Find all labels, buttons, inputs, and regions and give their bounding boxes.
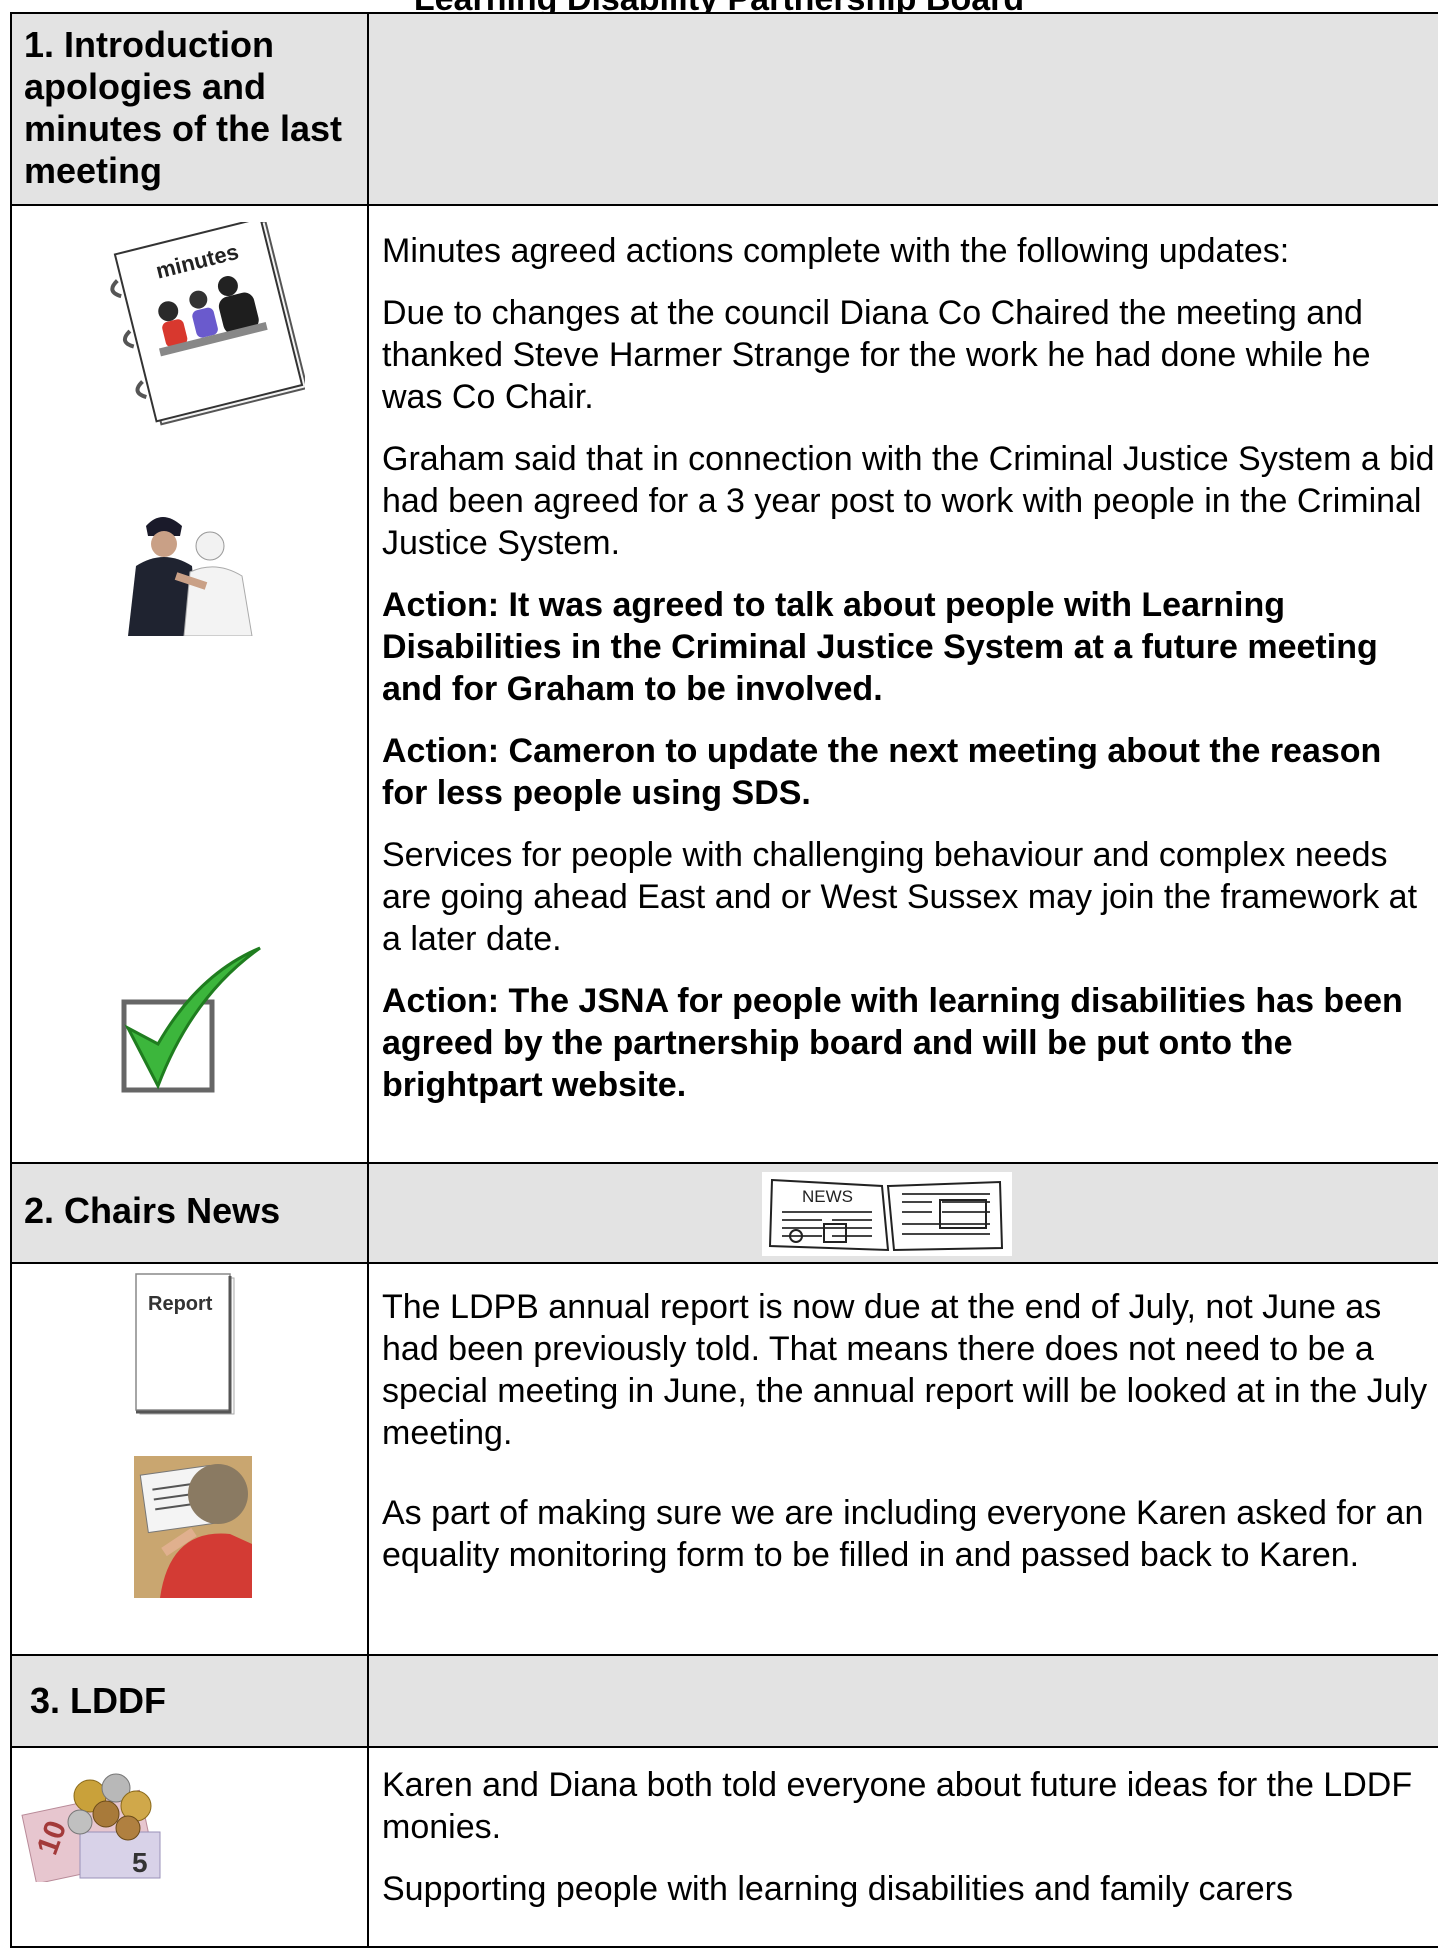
section-1-blank-cell (367, 12, 1438, 206)
report-document-image: Report (135, 1273, 235, 1415)
person-filling-form-image (134, 1456, 252, 1598)
note-value: 5 (132, 1847, 148, 1878)
action-paragraph: Action: It was agreed to talk about peop… (382, 586, 1378, 708)
news-paragraph: The LDPB annual report is now due at the… (382, 1288, 1428, 1452)
update-paragraph: Minutes agreed actions complete with the… (382, 232, 1290, 270)
update-paragraph: Graham said that in connection with the … (382, 440, 1435, 562)
section-2-news-cell: NEWS (367, 1162, 1438, 1264)
action-paragraph: Action: Cameron to update the next meeti… (382, 732, 1382, 812)
section-2-image-cell: Report (10, 1262, 369, 1656)
section-1-content-row: minutes Minutes agreed actions complete … (10, 204, 1438, 1164)
section-title: 1. Introduction apologies and minutes of… (24, 24, 343, 191)
section-3-image-cell: 10 5 (10, 1746, 369, 1948)
minutes-notebook-image: minutes (110, 222, 305, 426)
section-1-text-cell: Minutes agreed actions complete with the… (367, 204, 1438, 1164)
update-paragraph: Due to changes at the council Diana Co C… (382, 294, 1371, 416)
section-3-text-cell: Karen and Diana both told everyone about… (367, 1746, 1438, 1948)
money-coins-notes-image: 10 5 (21, 1773, 161, 1882)
section-title: 2. Chairs News (24, 1190, 281, 1231)
section-3-blank-cell (367, 1654, 1438, 1748)
action-paragraph: Action: The JSNA for people with learnin… (382, 982, 1403, 1104)
update-paragraph: Services for people with challenging beh… (382, 836, 1418, 958)
checkbox-tick-icon (121, 946, 261, 1093)
section-1-title-cell: 1. Introduction apologies and minutes of… (10, 12, 369, 206)
lddf-paragraph: Supporting people with learning disabili… (382, 1870, 1293, 1908)
section-title: 3. LDDF (30, 1680, 167, 1721)
news-label: NEWS (802, 1187, 853, 1206)
section-2-content-row: Report The LDPB annual report is now due… (10, 1262, 1438, 1656)
section-1-header-row: 1. Introduction apologies and minutes of… (10, 12, 1438, 206)
police-officer-image (128, 517, 253, 636)
section-2-header-row: 2. Chairs News NEWS (10, 1162, 1438, 1264)
section-2-title-cell: 2. Chairs News (10, 1162, 369, 1264)
minutes-table: 1. Introduction apologies and minutes of… (10, 12, 1438, 1948)
section-3-title-cell: 3. LDDF (10, 1654, 369, 1748)
section-3-header-row: 3. LDDF (10, 1654, 1438, 1748)
lddf-paragraph: Karen and Diana both told everyone about… (382, 1766, 1413, 1846)
newspaper-image: NEWS (762, 1172, 1012, 1256)
news-paragraph: As part of making sure we are including … (382, 1494, 1424, 1574)
report-label: Report (148, 1293, 213, 1315)
section-1-image-cell: minutes (10, 204, 369, 1164)
section-2-text-cell: The LDPB annual report is now due at the… (367, 1262, 1438, 1656)
section-3-content-row: 10 5 Karen and Diana both told everyone … (10, 1746, 1438, 1948)
